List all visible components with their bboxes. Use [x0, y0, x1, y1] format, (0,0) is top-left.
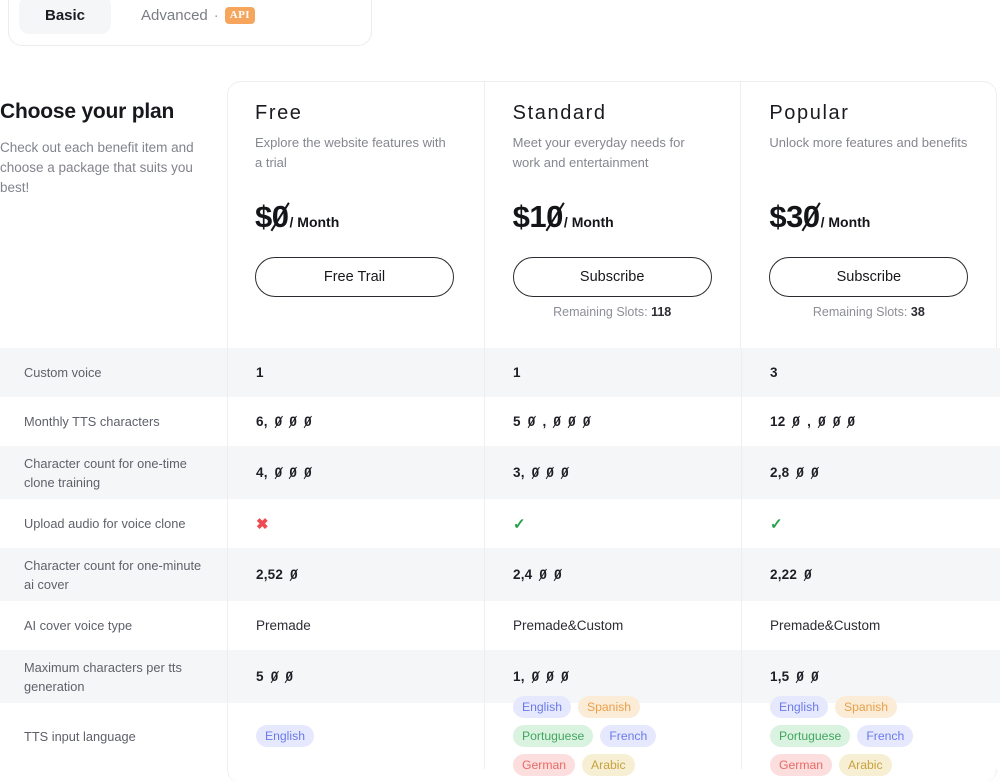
language-tag: Arabic: [839, 754, 892, 776]
table-row: Custom voice 1 1 3: [0, 348, 1000, 397]
feature-label: Custom voice: [24, 365, 102, 380]
feature-value-cell: 3, 0 0 0: [484, 446, 741, 499]
feature-value-cell: 2,8 0 0: [741, 446, 998, 499]
subscribe-button[interactable]: Subscribe: [769, 257, 969, 297]
feature-label: Upload audio for voice clone: [24, 516, 186, 531]
feature-value-cell: ✓: [484, 499, 741, 548]
table-row: Character count for one-minute ai cover 2…: [0, 548, 1000, 601]
plan-description: Unlock more features and benefits: [769, 135, 968, 150]
language-tag: German: [513, 754, 576, 776]
api-badge: API: [224, 6, 255, 24]
remaining-slots-value: 118: [651, 305, 672, 319]
language-tag: English: [770, 696, 828, 718]
feature-value-cell: English Spanish Portuguese French German Arab…: [741, 696, 998, 776]
feature-label: Monthly TTS characters: [24, 414, 160, 429]
plan-headers: Free Explore the website features with a…: [227, 82, 997, 348]
cross-icon: ✖: [256, 515, 269, 533]
feature-value-cell: 2,22 0: [741, 548, 998, 601]
plan-price-unit: / Month: [820, 214, 871, 230]
feature-value-cell: Premade: [227, 601, 484, 650]
feature-value-cell: English Spanish Portuguese French German Arab…: [484, 696, 741, 776]
check-icon: ✓: [513, 515, 526, 533]
plan-price: $30: [769, 199, 820, 234]
language-tag: Arabic: [582, 754, 635, 776]
feature-label: Maximum characters per tts generation: [24, 659, 182, 694]
feature-value-cell: English: [227, 703, 484, 769]
plan-name: Free: [255, 102, 303, 124]
intro-subtitle: Check out each benefit item and choose a…: [0, 140, 194, 195]
feature-value-cell: 2,52 0: [227, 548, 484, 601]
plan-price-row: $10 / Month: [513, 199, 713, 235]
page-title: Choose your plan: [0, 100, 175, 123]
plan-card-standard: Standard Meet your everyday needs for wo…: [483, 82, 741, 348]
language-tag: French: [857, 725, 914, 747]
tab-separator-dot: ·: [213, 6, 219, 24]
feature-value-cell: 1: [484, 348, 741, 397]
feature-label: TTS input language: [24, 728, 136, 744]
feature-value-cell: 2,4 0 0: [484, 548, 741, 601]
feature-value-cell: 500: [227, 650, 484, 703]
tab-advanced[interactable]: Advanced · API: [115, 0, 281, 34]
table-row: Upload audio for voice clone ✖ ✓ ✓: [0, 499, 1000, 548]
feature-value-cell: 1: [227, 348, 484, 397]
intro-block: Choose your plan Check out each benefit …: [0, 100, 212, 198]
subscribe-button[interactable]: Subscribe: [512, 257, 712, 297]
plan-description: Meet your everyday needs for work and en…: [512, 135, 685, 170]
table-row: Monthly TTS characters 6, 0 0 0 5 0, 0 0 0 12 0, 0 0 0: [0, 397, 1000, 446]
plan-price: $0: [255, 199, 289, 234]
table-row: Character count for one-time clone train…: [0, 446, 1000, 499]
feature-value-cell: 3: [741, 348, 998, 397]
feature-label: AI cover voice type: [24, 618, 133, 633]
table-row: AI cover voice type Premade Premade&Custom…: [0, 601, 1000, 650]
feature-value-cell: 50,000: [484, 397, 741, 446]
language-tag: English: [513, 696, 571, 718]
feature-comparison-table: Custom voice 1 1 3 Monthly TTS characters 6, 0…: [0, 348, 1000, 776]
language-tag: Spanish: [834, 696, 898, 718]
feature-value-cell: 12 0, 0 0 0: [741, 397, 998, 446]
plan-price-row: $30 / Month: [769, 199, 969, 235]
language-tag: German: [770, 754, 833, 776]
language-tag-list: English Spanish Portuguese French German Arab…: [513, 696, 713, 776]
language-tag: Portuguese: [770, 725, 851, 747]
plan-price-row: $0 / Month: [255, 199, 456, 235]
plan-card-popular: Popular Unlock more features and benefit…: [740, 82, 997, 348]
plan-price-unit: / Month: [289, 214, 340, 230]
table-row: TTS input language English English Spanish P…: [0, 696, 1000, 776]
remaining-slots-label: Remaining Slots:: [553, 305, 648, 319]
plan-name: Popular: [769, 102, 850, 124]
feature-label: Character count for one-minute ai cover: [24, 557, 202, 592]
feature-value-cell: Premade&Custom: [484, 601, 741, 650]
feature-value-cell: ✖: [227, 499, 484, 548]
language-tag-list: English: [256, 725, 314, 747]
plan-type-tabs: Basic Advanced · API: [8, 0, 372, 46]
plan-name: Standard: [512, 102, 607, 124]
plan-card-free: Free Explore the website features with a…: [227, 82, 484, 348]
language-tag: Portuguese: [513, 725, 594, 747]
pricing-page: Basic Advanced · API Choose your plan Ch…: [0, 0, 1000, 783]
feature-label: Character count for one-time clone train…: [24, 455, 187, 490]
plan-price-unit: / Month: [563, 214, 614, 230]
plan-description: Explore the website features with a tria…: [255, 135, 446, 170]
remaining-slots: Remaining Slots: 118: [513, 305, 712, 319]
remaining-slots: Remaining Slots: 38: [769, 305, 968, 319]
check-icon: ✓: [770, 515, 783, 533]
language-tag: Spanish: [577, 696, 641, 718]
remaining-slots-label: Remaining Slots:: [812, 305, 908, 319]
language-tag: English: [256, 725, 314, 747]
tab-basic[interactable]: Basic: [19, 0, 112, 34]
feature-value-cell: Premade&Custom: [741, 601, 998, 650]
free-trial-button[interactable]: Free Trail: [255, 257, 454, 297]
feature-value-cell: 6, 0 0 0: [227, 397, 484, 446]
remaining-slots-value: 38: [910, 305, 925, 319]
feature-value-cell: ✓: [741, 499, 998, 548]
language-tag: French: [600, 725, 657, 747]
plan-price: $10: [512, 199, 564, 234]
language-tag-list: English Spanish Portuguese French German Arab…: [770, 696, 970, 776]
tab-advanced-label: Advanced: [141, 6, 208, 24]
tab-basic-label: Basic: [45, 6, 86, 24]
feature-value-cell: 4, 0 0 0: [227, 446, 484, 499]
